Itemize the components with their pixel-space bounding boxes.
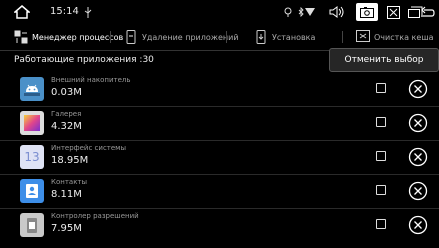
location-icon	[283, 0, 293, 24]
cancel-selection-button[interactable]: Отменить выбор	[329, 48, 439, 72]
process-manager-icon	[14, 30, 28, 44]
wifi-icon	[304, 0, 316, 24]
tab-divider	[110, 31, 111, 43]
close-circle-icon[interactable]	[408, 79, 428, 99]
contacts-icon	[20, 179, 44, 203]
status-bar: 15:14	[0, 0, 439, 24]
uninstall-icon	[126, 30, 136, 44]
home-icon[interactable]	[12, 0, 32, 24]
close-circle-icon[interactable]	[408, 147, 428, 167]
select-checkbox[interactable]	[376, 83, 386, 93]
app-memory: 7.95M	[51, 223, 82, 234]
screenshot-icon[interactable]	[356, 3, 378, 21]
gallery-icon	[20, 111, 44, 135]
clock: 15:14	[50, 6, 79, 17]
app-memory: 18.95M	[51, 155, 89, 166]
tab-label: Установка	[272, 32, 316, 42]
usb-icon	[82, 0, 94, 24]
app-row[interactable]: Контакты 8.11M	[0, 175, 439, 209]
system-ui-icon: 13	[20, 145, 44, 169]
clear-cache-icon	[356, 30, 370, 42]
app-row[interactable]: Внешний накопитель 0.03M	[0, 73, 439, 107]
close-box-icon[interactable]	[382, 3, 404, 21]
app-name: Контакты	[51, 178, 88, 186]
running-apps-count: Работающие приложения :30	[14, 55, 154, 65]
system-ui-icon-text: 13	[24, 150, 40, 164]
tab-uninstall[interactable]: Удаление приложений	[124, 24, 239, 50]
app-name: Внешний накопитель	[51, 76, 131, 84]
install-icon	[256, 30, 266, 44]
select-checkbox[interactable]	[376, 185, 386, 195]
close-circle-icon[interactable]	[408, 113, 428, 133]
app-row[interactable]: 13 Интерфейс системы 18.95M	[0, 141, 439, 175]
app-name: Галерея	[51, 110, 82, 118]
tab-divider	[342, 31, 343, 43]
android-icon	[20, 77, 44, 101]
close-circle-icon[interactable]	[408, 181, 428, 201]
close-circle-icon[interactable]	[408, 215, 428, 235]
app-memory: 4.32M	[51, 121, 82, 132]
tab-bar: Менеджер процессов Удаление приложений У…	[0, 24, 439, 51]
select-checkbox[interactable]	[376, 151, 386, 161]
app-name: Контролер разрешений	[51, 212, 139, 220]
tab-install[interactable]: Установка	[254, 24, 315, 50]
app-row[interactable]: Галерея 4.32M	[0, 107, 439, 141]
volume-icon[interactable]	[328, 0, 346, 24]
app-memory: 0.03M	[51, 87, 82, 98]
app-memory: 8.11M	[51, 189, 82, 200]
app-row[interactable]: Контролер разрешений 7.95M	[0, 209, 439, 248]
tab-divider	[226, 31, 227, 43]
permission-controller-icon	[20, 213, 44, 237]
tab-label: Удаление приложений	[142, 32, 239, 42]
app-name: Интерфейс системы	[51, 144, 126, 152]
back-icon[interactable]	[417, 3, 437, 21]
tab-clear-cache[interactable]: Очистка кеша	[356, 24, 434, 50]
tab-process-manager[interactable]: Менеджер процессов	[14, 24, 123, 50]
select-checkbox[interactable]	[376, 117, 386, 127]
tab-label: Очистка кеша	[374, 32, 434, 42]
select-checkbox[interactable]	[376, 219, 386, 229]
